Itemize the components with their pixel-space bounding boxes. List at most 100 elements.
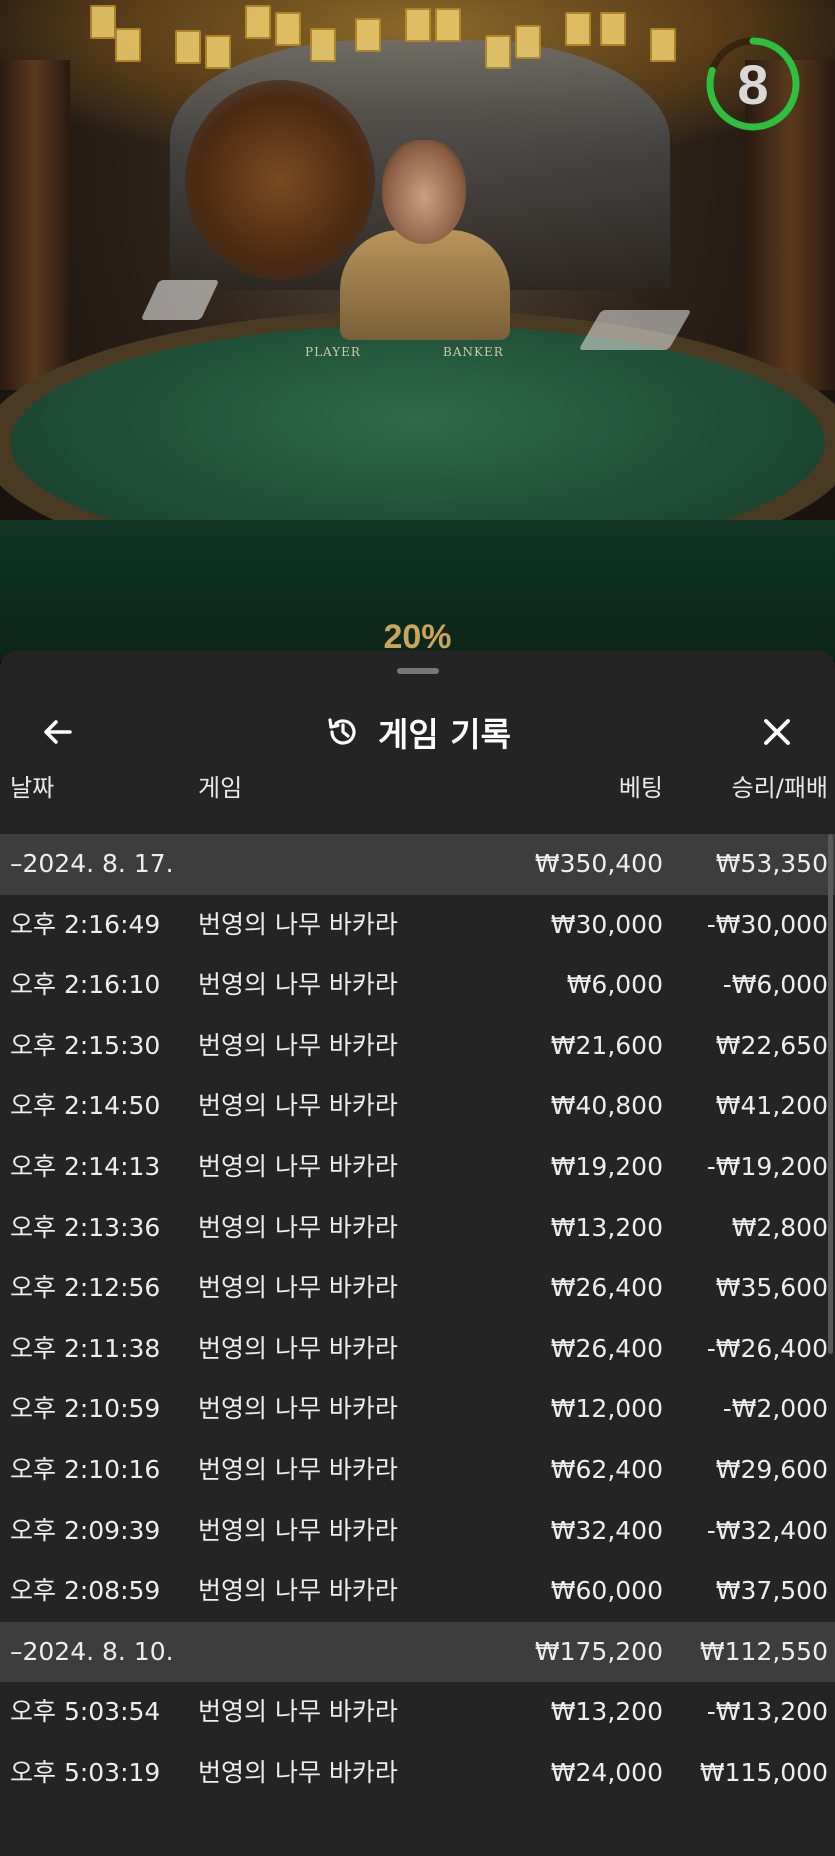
- row-game: 번영의 나무 바카라: [198, 1091, 398, 1121]
- row-time: 오후 5:03:19: [10, 1757, 161, 1787]
- hanging-card: [515, 25, 541, 59]
- hanging-card: [175, 30, 201, 64]
- history-row[interactable]: 오후 2:14:50 번영의 나무 바카라 ₩40,800 ₩41,200: [0, 1076, 835, 1137]
- row-time: 오후 2:16:10: [10, 970, 161, 1000]
- hanging-card: [245, 5, 271, 39]
- row-game: 번영의 나무 바카라: [198, 1454, 398, 1484]
- row-game: 번영의 나무 바카라: [198, 1030, 398, 1060]
- hanging-card: [355, 18, 381, 52]
- history-row[interactable]: 오후 2:09:39 번영의 나무 바카라 ₩32,400 -₩32,400: [0, 1501, 835, 1562]
- row-time: 오후 2:12:56: [10, 1273, 161, 1303]
- column-date: 날짜: [10, 774, 55, 802]
- hanging-card: [485, 35, 511, 69]
- history-row[interactable]: 오후 2:16:10 번영의 나무 바카라 ₩6,000 -₩6,000: [0, 955, 835, 1016]
- hanging-card: [405, 8, 431, 42]
- column-game: 게임: [198, 774, 243, 802]
- row-bet: ₩19,200: [550, 1151, 663, 1181]
- row-time: 오후 2:14:13: [10, 1151, 161, 1181]
- row-bet: ₩13,200: [550, 1697, 663, 1727]
- row-time: 오후 2:13:36: [10, 1212, 161, 1242]
- row-bet: ₩60,000: [550, 1576, 663, 1606]
- row-time: 오후 2:11:38: [10, 1333, 161, 1363]
- row-time: 오후 2:16:49: [10, 909, 161, 939]
- row-win-loss: -₩13,200: [706, 1697, 828, 1727]
- table-header: 날짜 게임 베팅 승리/패배: [0, 768, 835, 808]
- row-time: 오후 2:10:16: [10, 1454, 161, 1484]
- background-tree: [185, 80, 375, 280]
- hanging-card: [115, 28, 141, 62]
- dealer-head: [382, 140, 466, 244]
- row-bet: ₩24,000: [550, 1757, 663, 1787]
- row-time: 오후 2:14:50: [10, 1091, 161, 1121]
- left-pillar: [0, 60, 70, 390]
- row-bet: ₩6,000: [566, 970, 663, 1000]
- drag-handle[interactable]: [397, 668, 439, 674]
- hanging-card: [650, 28, 676, 62]
- row-time: 오후 2:09:39: [10, 1515, 161, 1545]
- countdown-timer: 8: [737, 52, 769, 116]
- row-win-loss: -₩32,400: [706, 1515, 828, 1545]
- row-bet: ₩30,000: [550, 909, 663, 939]
- history-row[interactable]: 오후 2:14:13 번영의 나무 바카라 ₩19,200 -₩19,200: [0, 1137, 835, 1198]
- history-row[interactable]: 오후 2:08:59 번영의 나무 바카라 ₩60,000 ₩37,500: [0, 1561, 835, 1622]
- column-win-loss: 승리/패배: [731, 774, 828, 802]
- history-row[interactable]: 오후 2:13:36 번영의 나무 바카라 ₩13,200 ₩2,800: [0, 1198, 835, 1259]
- row-bet: ₩13,200: [550, 1212, 663, 1242]
- row-bet: ₩26,400: [550, 1273, 663, 1303]
- row-game: 번영의 나무 바카라: [198, 1212, 398, 1242]
- row-time: 오후 2:15:30: [10, 1030, 161, 1060]
- row-time: 오후 2:10:59: [10, 1394, 161, 1424]
- row-bet: ₩26,400: [550, 1333, 663, 1363]
- row-bet: ₩32,400: [550, 1515, 663, 1545]
- row-time: 오후 2:08:59: [10, 1576, 161, 1606]
- date-summary-row[interactable]: –2024. 8. 10. ₩175,200 ₩112,550: [0, 1621, 835, 1683]
- close-icon: [764, 719, 790, 745]
- hanging-card: [205, 35, 231, 69]
- history-icon: [328, 718, 356, 745]
- row-game: 번영의 나무 바카라: [198, 1394, 398, 1424]
- row-win-loss: ₩53,350: [715, 849, 828, 878]
- row-win-loss: -₩30,000: [706, 909, 828, 939]
- row-game: 번영의 나무 바카라: [198, 1697, 398, 1727]
- row-win-loss: ₩112,550: [699, 1636, 828, 1666]
- history-row[interactable]: 오후 2:12:56 번영의 나무 바카라 ₩26,400 ₩35,600: [0, 1258, 835, 1319]
- row-bet: ₩175,200: [534, 1636, 663, 1666]
- row-time: 오후 5:03:54: [10, 1697, 161, 1727]
- row-game: 번영의 나무 바카라: [198, 1273, 398, 1303]
- close-button[interactable]: [755, 710, 799, 754]
- panel-title-group: 게임 기록: [0, 710, 835, 754]
- card-shoe-left: [140, 280, 220, 320]
- row-date: –2024. 8. 17.: [10, 849, 174, 878]
- history-list: –2024. 8. 17. ₩350,400 ₩53,350 오후 2:16:49 번영…: [0, 834, 835, 1804]
- date-summary-row[interactable]: –2024. 8. 17. ₩350,400 ₩53,350: [0, 834, 835, 895]
- row-win-loss: ₩2,800: [731, 1212, 828, 1242]
- history-row[interactable]: 오후 2:15:30 번영의 나무 바카라 ₩21,600 ₩22,650: [0, 1016, 835, 1077]
- row-game: 번영의 나무 바카라: [198, 1333, 398, 1363]
- hanging-card: [90, 5, 116, 39]
- row-win-loss: ₩41,200: [715, 1091, 828, 1121]
- row-win-loss: ₩29,600: [715, 1454, 828, 1484]
- row-game: 번영의 나무 바카라: [198, 1757, 398, 1787]
- history-row[interactable]: 오후 5:03:54 번영의 나무 바카라 ₩13,200 -₩13,200: [0, 1682, 835, 1743]
- row-game: 번영의 나무 바카라: [198, 1151, 398, 1181]
- history-row[interactable]: 오후 2:11:38 번영의 나무 바카라 ₩26,400 -₩26,400: [0, 1319, 835, 1380]
- history-row[interactable]: 오후 5:03:19 번영의 나무 바카라 ₩24,000 ₩115,000: [0, 1743, 835, 1804]
- row-win-loss: ₩22,650: [715, 1030, 828, 1060]
- row-win-loss: -₩19,200: [706, 1151, 828, 1181]
- row-bet: ₩12,000: [550, 1394, 663, 1424]
- row-game: 번영의 나무 바카라: [198, 909, 398, 939]
- history-row[interactable]: 오후 2:10:59 번영의 나무 바카라 ₩12,000 -₩2,000: [0, 1379, 835, 1440]
- hanging-card: [565, 12, 591, 46]
- player-label: PLAYER: [305, 345, 361, 359]
- history-row[interactable]: 오후 2:10:16 번영의 나무 바카라 ₩62,400 ₩29,600: [0, 1440, 835, 1501]
- panel-header: 게임 기록: [0, 700, 835, 760]
- game-history-panel: 게임 기록 날짜 게임 베팅 승리/패배 –2024. 8. 17. ₩350,4…: [0, 650, 835, 1856]
- scrollbar[interactable]: [828, 834, 833, 1354]
- hanging-card: [275, 12, 301, 46]
- history-row[interactable]: 오후 2:16:49 번영의 나무 바카라 ₩30,000 -₩30,000: [0, 895, 835, 956]
- row-bet: ₩62,400: [550, 1454, 663, 1484]
- banker-label: BANKER: [443, 345, 504, 359]
- row-game: 번영의 나무 바카라: [198, 1576, 398, 1606]
- row-win-loss: -₩6,000: [722, 970, 828, 1000]
- row-game: 번영의 나무 바카라: [198, 1515, 398, 1545]
